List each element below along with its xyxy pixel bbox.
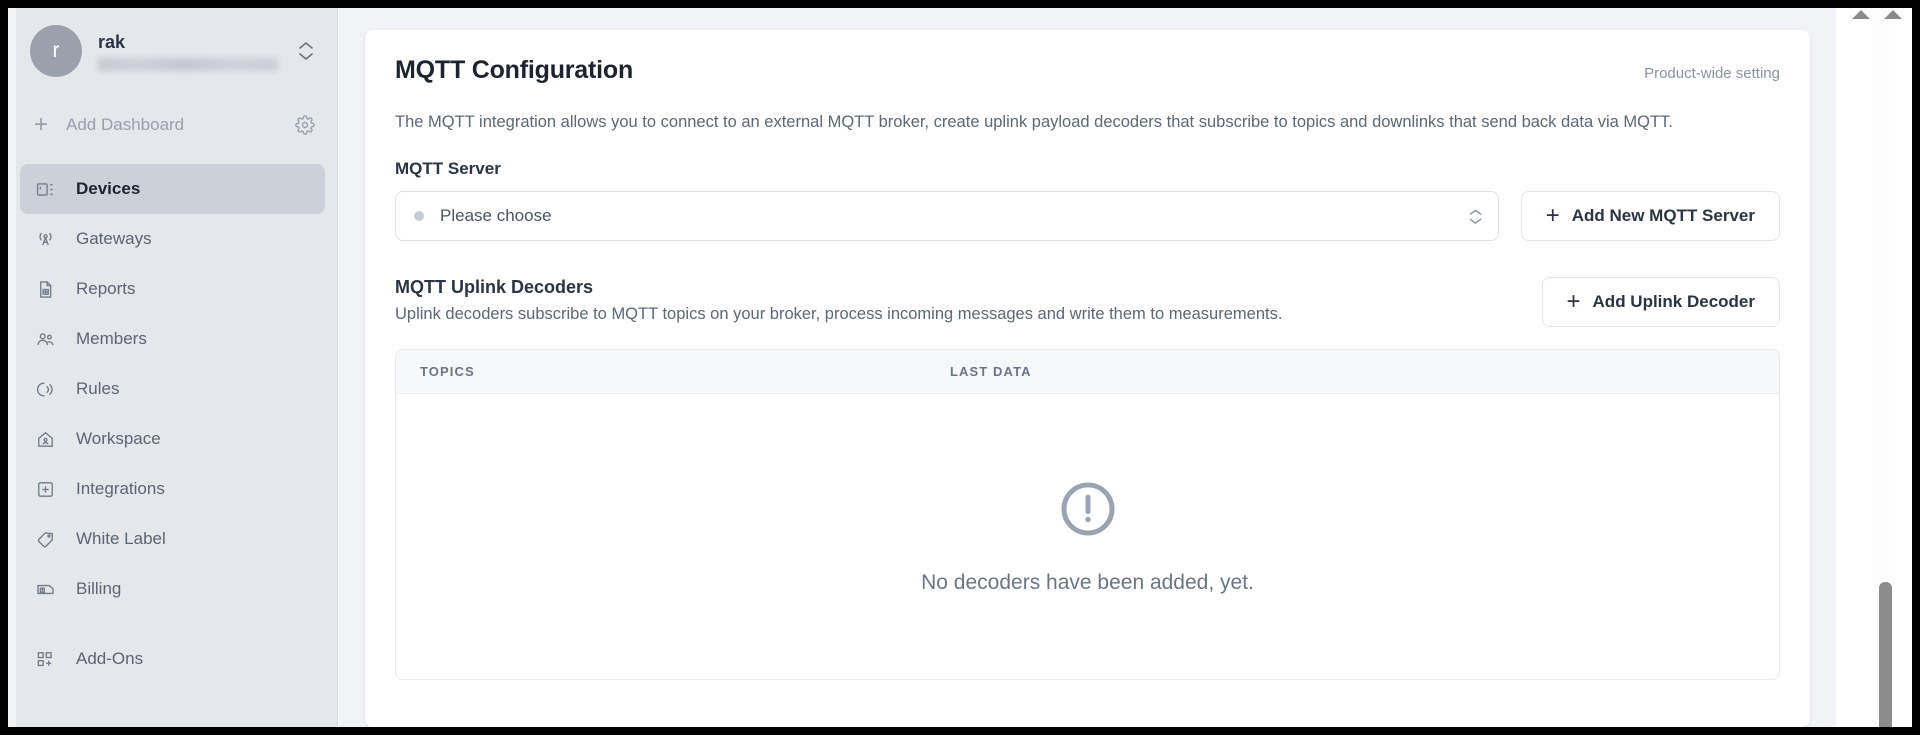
sidebar-item-white-label[interactable]: White Label (20, 514, 325, 564)
sidebar-item-gateways[interactable]: Gateways (20, 214, 325, 264)
plus-icon: + (1545, 202, 1560, 229)
report-document-icon (36, 280, 62, 299)
add-ons-grid-icon (36, 650, 62, 669)
plus-icon: + (1566, 288, 1581, 315)
add-dashboard-label: Add Dashboard (66, 115, 185, 134)
decoders-heading-group: MQTT Uplink Decoders Uplink decoders sub… (395, 277, 1282, 324)
sidebar-item-billing[interactable]: Billing (20, 564, 325, 614)
members-people-icon (36, 330, 62, 349)
rules-signal-icon (36, 380, 62, 399)
triangle-up-icon[interactable] (1852, 10, 1870, 19)
column-header-topics: TOPICS (420, 364, 475, 379)
sidebar-item-integrations[interactable]: Integrations (20, 464, 325, 514)
gateway-antenna-icon (36, 230, 62, 249)
mqtt-configuration-card: MQTT Configuration Product-wide setting … (365, 30, 1810, 727)
mqtt-server-label: MQTT Server (395, 159, 501, 178)
mqtt-server-row: Please choose + Add New MQTT Server (395, 191, 1780, 241)
plus-icon: + (33, 111, 48, 138)
decoders-header: MQTT Uplink Decoders Uplink decoders sub… (395, 277, 1780, 327)
decoders-table: TOPICS LAST DATA No decoders have been a… (395, 349, 1780, 680)
scroll-arrows[interactable] (1852, 10, 1902, 19)
chevron-up-down-icon (1469, 209, 1482, 224)
sidebar-item-devices[interactable]: Devices (20, 164, 325, 214)
sidebar-nav: Devices Gateways Reports Members Rules W… (8, 164, 337, 684)
scrollbar-thumb[interactable] (1879, 582, 1892, 727)
avatar: r (30, 25, 82, 77)
column-header-last-data: LAST DATA (950, 364, 1032, 379)
mqtt-server-select[interactable]: Please choose (395, 191, 1499, 241)
sidebar-item-label: Gateways (76, 229, 152, 248)
app-window: r rak + Add Dashboard Devices Gateways R… (8, 8, 1912, 727)
sidebar-item-rules[interactable]: Rules (20, 364, 325, 414)
empty-state-message: No decoders have been added, yet. (921, 571, 1254, 594)
status-dot-icon (414, 211, 424, 221)
decoders-subtitle: Uplink decoders subscribe to MQTT topics… (395, 305, 1283, 323)
workspace-email-redacted (98, 58, 278, 71)
sidebar-item-label: Reports (76, 279, 136, 298)
card-header: MQTT Configuration Product-wide setting (395, 56, 1780, 85)
sidebar-item-label: White Label (76, 529, 166, 548)
add-new-mqtt-server-button[interactable]: + Add New MQTT Server (1520, 191, 1780, 241)
add-new-mqtt-server-label: Add New MQTT Server (1571, 206, 1755, 225)
add-dashboard-button[interactable]: + Add Dashboard (30, 102, 315, 148)
avatar-initial: r (52, 39, 60, 62)
sidebar-item-label: Devices (76, 179, 141, 198)
sidebar-item-workspace[interactable]: Workspace (20, 414, 325, 464)
page-title: MQTT Configuration (395, 56, 634, 84)
billing-cheque-icon (36, 580, 62, 599)
sidebar-item-add-ons[interactable]: Add-Ons (20, 634, 325, 684)
workspace-home-icon (36, 430, 62, 449)
sidebar-item-label: Integrations (76, 479, 165, 498)
canvas-left-edge (8, 8, 16, 727)
scrollbar-region (1836, 8, 1912, 727)
devices-icon (36, 180, 62, 199)
workspace-text: rak (98, 31, 297, 71)
chevron-up-down-icon (297, 42, 315, 60)
gear-icon[interactable] (295, 115, 315, 135)
sidebar-item-label: Add-Ons (76, 649, 144, 668)
main-content: MQTT Configuration Product-wide setting … (339, 8, 1836, 727)
decoders-title: MQTT Uplink Decoders (395, 277, 594, 297)
sidebar-item-label: Workspace (76, 429, 161, 448)
table-header-row: TOPICS LAST DATA (396, 350, 1779, 394)
sidebar-item-members[interactable]: Members (20, 314, 325, 364)
alert-circle-icon (1057, 478, 1119, 545)
add-uplink-decoder-label: Add Uplink Decoder (1592, 292, 1755, 311)
triangle-up-icon[interactable] (1884, 10, 1902, 19)
integrations-plus-box-icon (36, 480, 62, 499)
mqtt-server-selected-value: Please choose (440, 206, 552, 225)
sidebar-item-label: Rules (76, 379, 120, 398)
sidebar-item-label: Members (76, 329, 147, 348)
sidebar-item-reports[interactable]: Reports (20, 264, 325, 314)
empty-state: No decoders have been added, yet. (396, 394, 1779, 679)
nav-divider-gap (8, 614, 337, 634)
add-uplink-decoder-button[interactable]: + Add Uplink Decoder (1541, 277, 1780, 327)
workspace-name: rak (98, 32, 126, 52)
scope-note: Product-wide setting (1644, 65, 1780, 82)
page-description: The MQTT integration allows you to conne… (395, 113, 1673, 131)
sidebar-item-label: Billing (76, 579, 122, 598)
sidebar: r rak + Add Dashboard Devices Gateways R… (8, 8, 338, 727)
white-label-tag-icon (36, 530, 62, 549)
workspace-switcher[interactable]: r rak (8, 8, 337, 94)
